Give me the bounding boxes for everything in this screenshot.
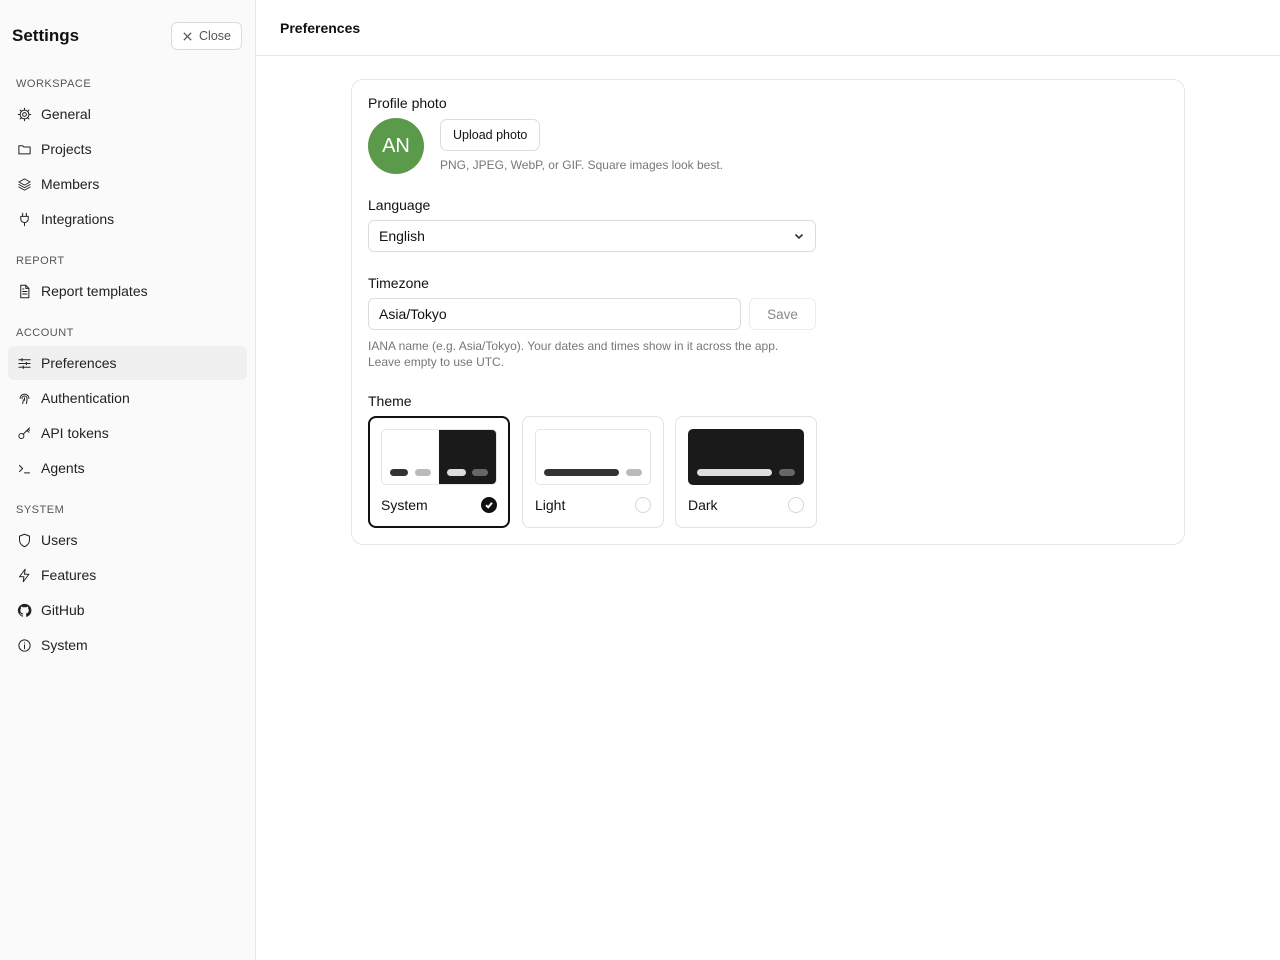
key-icon [16,425,32,441]
timezone-hint-line-2: Leave empty to use UTC. [368,355,505,369]
sidebar-section-account: ACCOUNT [16,327,74,339]
sidebar-section-report: REPORT [16,255,65,267]
sidebar-item-members[interactable]: Members [8,167,247,201]
plug-icon [16,211,32,227]
github-icon [16,602,32,618]
shield-icon [16,532,32,548]
sidebar-section-system: SYSTEM [16,504,65,516]
theme-option-dark[interactable]: Dark [675,416,817,528]
profile-photo-label: Profile photo [368,95,447,111]
language-value: English [379,228,425,244]
top-bar: Preferences [256,0,1280,56]
sidebar-item-label: Integrations [41,211,115,227]
theme-preview-system [381,429,497,485]
save-button[interactable]: Save [749,298,816,330]
theme-preview-light [535,429,651,485]
sidebar-item-label: General [41,106,91,122]
info-icon [16,637,32,653]
sidebar-item-preferences[interactable]: Preferences [8,346,247,380]
radio-unchecked [635,497,651,513]
sidebar-item-api-tokens[interactable]: API tokens [8,416,247,450]
radio-unchecked [788,497,804,513]
preferences-card: Profile photo AN Upload photo PNG, JPEG,… [351,79,1185,545]
sidebar-item-integrations[interactable]: Integrations [8,202,247,236]
theme-option-label: System [381,497,428,513]
theme-option-light[interactable]: Light [522,416,664,528]
avatar: AN [368,118,424,174]
sidebar-item-github[interactable]: GitHub [8,593,247,627]
sidebar-item-system[interactable]: System [8,628,247,662]
timezone-input[interactable] [368,298,741,330]
sidebar-item-label: API tokens [41,425,109,441]
upload-photo-button[interactable]: Upload photo [440,119,541,151]
sidebar-item-report-templates[interactable]: Report templates [8,274,247,308]
sidebar-item-label: Users [41,532,78,548]
sliders-icon [16,355,32,371]
sidebar-item-projects[interactable]: Projects [8,132,247,166]
gear-icon [16,106,32,122]
layers-icon [16,176,32,192]
sidebar-item-features[interactable]: Features [8,558,247,592]
sidebar-item-label: Features [41,567,97,583]
sidebar-item-label: GitHub [41,602,85,618]
folder-icon [16,141,32,157]
sidebar-item-general[interactable]: General [8,97,247,131]
sidebar-item-label: Authentication [41,390,130,406]
close-button[interactable]: Close [171,22,242,50]
check-icon [485,502,493,509]
sidebar-item-label: Report templates [41,283,148,299]
theme-option-label: Light [535,497,566,513]
theme-option-system[interactable]: System [368,416,510,528]
close-icon [183,31,192,41]
sidebar-header: Settings Close [0,0,255,72]
timezone-label: Timezone [368,275,429,291]
language-label: Language [368,197,431,213]
file-text-icon [16,283,32,299]
timezone-hint-line-1: IANA name (e.g. Asia/Tokyo). Your dates … [368,339,779,353]
theme-option-label: Dark [688,497,718,513]
terminal-icon [16,460,32,476]
theme-preview-dark [688,429,804,485]
theme-label: Theme [368,393,412,409]
avatar-initials: AN [382,134,410,157]
zap-icon [16,567,32,583]
page-title: Preferences [280,19,361,36]
sidebar-item-label: Preferences [41,355,117,371]
timezone-hint: IANA name (e.g. Asia/Tokyo). Your dates … [368,338,808,370]
language-select[interactable]: English [368,220,816,252]
sidebar-item-agents[interactable]: Agents [8,451,247,485]
fingerprint-icon [16,390,32,406]
profile-photo-hint: PNG, JPEG, WebP, or GIF. Square images l… [440,158,724,172]
settings-sidebar: Settings Close WORKSPACE General Project… [0,0,256,960]
sidebar-item-label: Projects [41,141,92,157]
close-button-label: Close [199,29,231,43]
sidebar-title: Settings [12,26,80,45]
sidebar-section-workspace: WORKSPACE [16,78,92,90]
sidebar-item-label: System [41,637,88,653]
sidebar-item-users[interactable]: Users [8,523,247,557]
radio-checked [481,497,497,513]
chevron-down-icon [794,233,804,240]
sidebar-item-label: Members [41,176,100,192]
sidebar-item-label: Agents [41,460,85,476]
sidebar-item-authentication[interactable]: Authentication [8,381,247,415]
